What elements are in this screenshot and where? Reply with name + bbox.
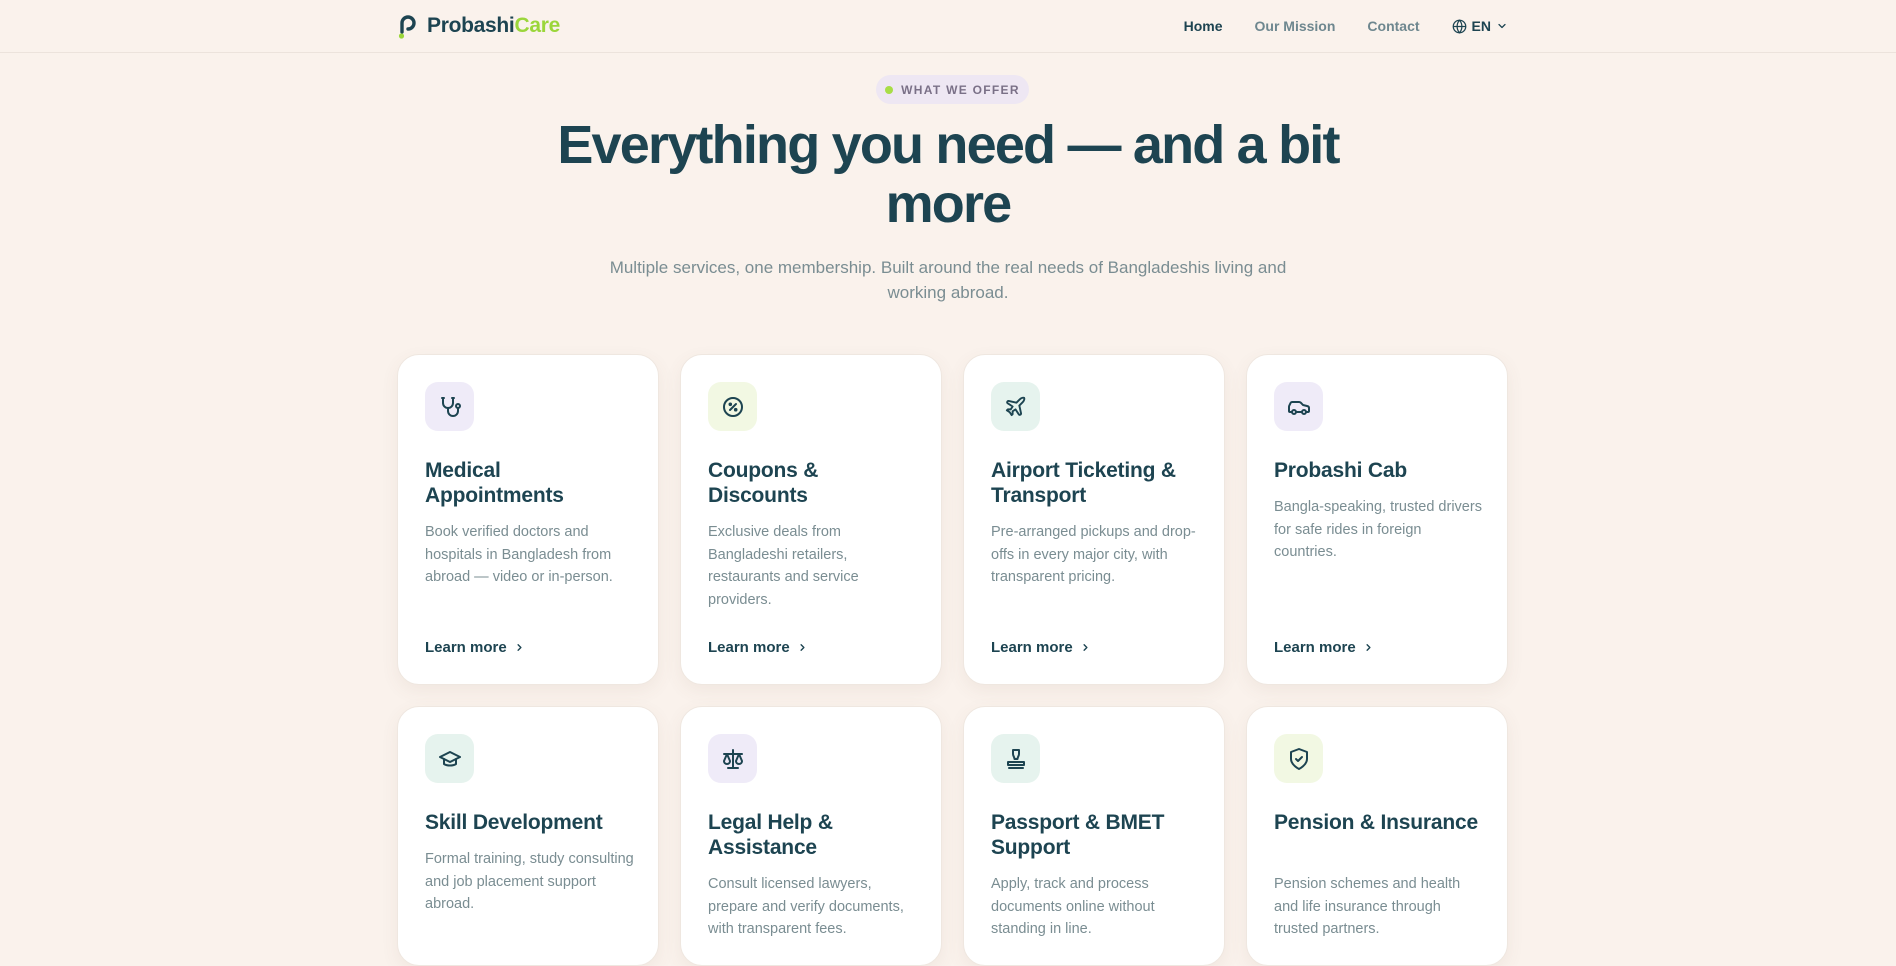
chevron-right-icon [517, 644, 522, 651]
card-title: Probashi Cab [1274, 459, 1407, 482]
card-title: Passport & BMET Support [991, 811, 1165, 859]
card-title: Skill Development [425, 811, 603, 834]
chevron-right-icon [1083, 644, 1088, 651]
service-card-airport[interactable]: Airport Ticketing & Transport Pre-arrang… [963, 354, 1225, 685]
icon-box [1274, 734, 1323, 783]
card-title: Pension & Insurance [1274, 811, 1478, 834]
learn-more-label: Learn more [425, 639, 507, 656]
logo-icon [398, 15, 416, 39]
car-icon [1287, 400, 1310, 415]
discount-badge-icon [722, 396, 743, 417]
card-description: Pension schemes and health and life insu… [1274, 876, 1461, 937]
shield-check-icon [1289, 747, 1308, 770]
service-card-skill[interactable]: Skill Development Formal training, study… [397, 706, 659, 966]
card-description: Formal training, study consulting and jo… [425, 851, 634, 912]
card-title: Coupons & Discounts [708, 459, 819, 507]
hero-subtitle: Multiple services, one membership. Built… [609, 258, 1287, 302]
icon-box [991, 382, 1040, 431]
plane-icon [1005, 396, 1026, 417]
card-title: Medical Appointments [425, 459, 564, 507]
learn-more-label: Learn more [1274, 639, 1356, 656]
icon-box [991, 734, 1040, 783]
learn-more-link[interactable]: Learn more [708, 639, 808, 656]
nav-link-home[interactable]: Home [1184, 18, 1223, 34]
card-description: Exclusive deals from Bangladeshi retaile… [708, 524, 859, 608]
badge-text: WHAT WE OFFER [901, 82, 1020, 97]
service-card-medical[interactable]: Medical Appointments Book verified docto… [397, 354, 659, 685]
nav-link-contact[interactable]: Contact [1367, 18, 1419, 34]
icon-box [425, 382, 474, 431]
nav-link-our-mission[interactable]: Our Mission [1255, 18, 1336, 34]
learn-more-link[interactable]: Learn more [425, 639, 525, 656]
learn-more-link[interactable]: Learn more [1274, 639, 1374, 656]
card-description: Book verified doctors and hospitals in B… [425, 524, 613, 585]
nav-inner: ProbashiCare Home Our Mission Contact EN [397, 0, 1508, 52]
card-description: Bangla-speaking, trusted drivers for saf… [1274, 499, 1482, 560]
service-card-legal[interactable]: Legal Help & Assistance Consult licensed… [680, 706, 942, 966]
icon-box [425, 734, 474, 783]
chevron-right-icon [800, 644, 805, 651]
logo-text: ProbashiCare [427, 14, 560, 38]
card-title: Legal Help & Assistance [708, 811, 833, 859]
learn-more-label: Learn more [708, 639, 790, 656]
card-title: Airport Ticketing & Transport [991, 459, 1176, 507]
icon-box [1274, 382, 1323, 431]
service-card-pension[interactable]: Pension & Insurance Pension schemes and … [1246, 706, 1508, 966]
card-description: Consult licensed lawyers, prepare and ve… [708, 876, 904, 937]
chevron-right-icon [1366, 644, 1371, 651]
nav-links: Home Our Mission Contact EN [1184, 18, 1508, 34]
service-card-cab[interactable]: Probashi Cab Bangla-speaking, trusted dr… [1246, 354, 1508, 685]
icon-box [708, 734, 757, 783]
hero-title: Everything you need — and a bit more [557, 115, 1340, 234]
card-description: Apply, track and process documents onlin… [991, 876, 1155, 937]
language-label: EN [1471, 18, 1491, 34]
logo-text-part1: Probashi [427, 14, 515, 37]
stethoscope-icon [440, 396, 461, 417]
logo[interactable]: ProbashiCare [397, 13, 560, 39]
service-card-coupons[interactable]: Coupons & Discounts Exclusive deals from… [680, 354, 942, 685]
graduation-cap-icon [438, 750, 461, 766]
stamp-icon [1006, 748, 1025, 769]
section-badge: WHAT WE OFFER [876, 75, 1029, 104]
learn-more-link[interactable]: Learn more [991, 639, 1091, 656]
service-card-passport[interactable]: Passport & BMET Support Apply, track and… [963, 706, 1225, 966]
scale-icon [722, 748, 743, 769]
learn-more-label: Learn more [991, 639, 1073, 656]
language-selector[interactable]: EN [1452, 18, 1508, 34]
top-nav: ProbashiCare Home Our Mission Contact EN [0, 0, 1896, 53]
badge-dot [885, 85, 894, 94]
chevron-down-icon [1498, 23, 1506, 29]
icon-box [708, 382, 757, 431]
logo-text-part2: Care [514, 14, 560, 37]
card-description: Pre-arranged pickups and drop-offs in ev… [991, 524, 1196, 585]
globe-icon [1452, 18, 1466, 34]
